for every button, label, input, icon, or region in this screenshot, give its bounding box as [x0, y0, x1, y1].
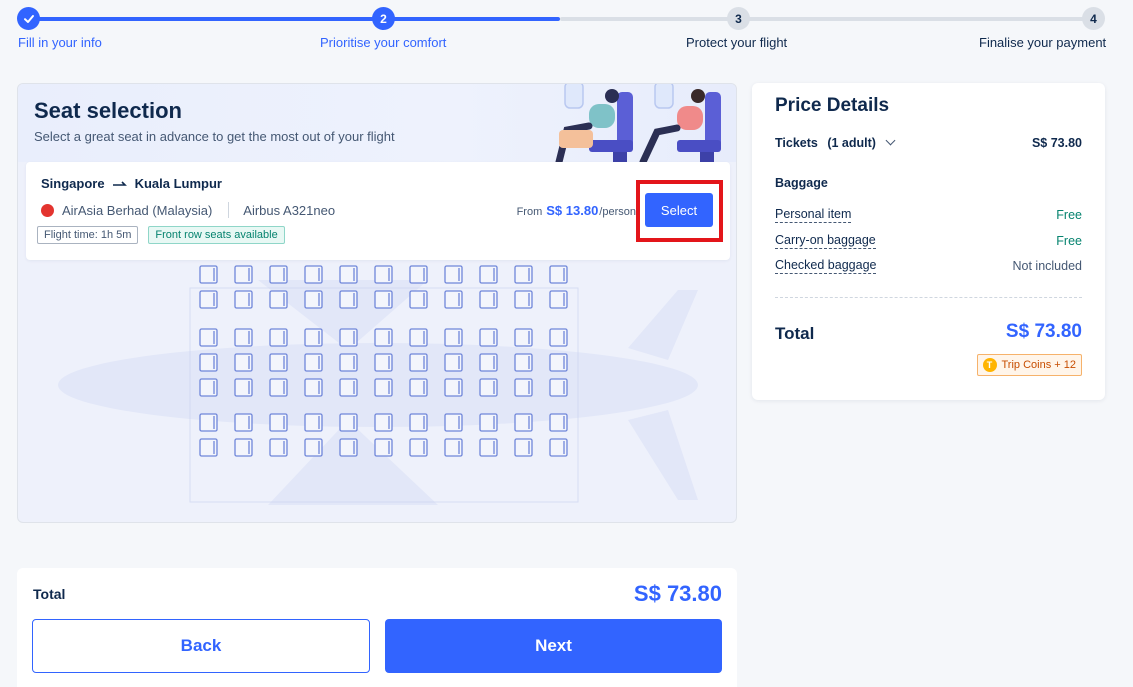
divider [228, 202, 230, 218]
baggage-item: Carry-on baggage Free [775, 233, 1082, 249]
carry-on-label[interactable]: Carry-on baggage [775, 233, 876, 249]
tickets-qty: (1 adult) [827, 136, 876, 150]
airline-name: AirAsia Berhad (Malaysia) [62, 202, 213, 218]
aircraft-type: Airbus A321neo [243, 202, 336, 218]
plane-arrow-icon [112, 180, 127, 186]
stepper-line-done [28, 17, 384, 21]
personal-item-label[interactable]: Personal item [775, 207, 852, 223]
select-seat-button[interactable]: Select [645, 193, 713, 227]
baggage-heading: Baggage [775, 176, 828, 190]
destination-city: Kuala Lumpur [134, 176, 222, 191]
tickets-toggle[interactable]: Tickets (1 adult) [775, 135, 896, 150]
flight-tags: Flight time: 1h 5m Front row seats avail… [37, 226, 285, 244]
price-total-value: S$ 73.80 [1005, 321, 1082, 342]
airline-info: AirAsia Berhad (Malaysia) Airbus A321neo [41, 202, 335, 218]
seat-selection-subtitle: Select a great seat in advance to get th… [34, 129, 395, 144]
seat-from-price: From S$ 13.80/person [517, 203, 636, 218]
step-2-label: Prioritise your comfort [320, 35, 447, 50]
baggage-item: Checked baggage Not included [775, 258, 1082, 274]
tickets-label: Tickets [775, 136, 818, 150]
tickets-row: Tickets (1 adult) S$ 73.80 [775, 135, 1082, 150]
carry-on-value: Free [1056, 234, 1082, 248]
seat-selection-header: Seat selection Select a great seat in ad… [18, 84, 736, 162]
step-1-label[interactable]: Fill in your info [18, 35, 102, 50]
flight-seat-option: Singapore Kuala Lumpur AirAsia Berhad (M… [26, 162, 730, 260]
progress-stepper: 2 3 4 Fill in your info Prioritise your … [0, 0, 1133, 60]
flight-time-tag: Flight time: 1h 5m [37, 226, 139, 244]
back-button[interactable]: Back [32, 619, 370, 673]
stepper-line-current [384, 17, 560, 21]
footer-bar: Total S$ 73.80 Back Next [17, 568, 737, 687]
footer-total-label: Total [33, 586, 66, 602]
front-row-tag: Front row seats available [148, 226, 285, 244]
stepper-line-todo [560, 17, 1092, 21]
per-person-label: /person [599, 206, 636, 218]
flight-route: Singapore Kuala Lumpur [41, 176, 222, 191]
seat-selection-card: Seat selection Select a great seat in ad… [17, 83, 737, 523]
baggage-item: Personal item Free [775, 207, 1082, 223]
baggage-heading-row: Baggage [775, 176, 1082, 190]
passengers-illustration [555, 84, 721, 162]
tickets-price: S$ 73.80 [1031, 136, 1082, 150]
airasia-logo-icon [41, 203, 54, 217]
step-3-number: 3 [727, 7, 750, 30]
step-3-label: Protect your flight [686, 35, 788, 50]
step-1-check-icon [17, 7, 40, 30]
from-label: From [516, 206, 543, 218]
checked-baggage-value: Not included [1012, 259, 1083, 273]
price-details-card: Price Details Tickets (1 adult) S$ 73.80… [752, 83, 1105, 400]
personal-item-value: Free [1056, 208, 1082, 222]
price-details-title: Price Details [775, 95, 890, 116]
origin-city: Singapore [41, 176, 105, 191]
price-total-label: Total [775, 324, 815, 343]
next-button[interactable]: Next [385, 619, 722, 673]
chevron-down-icon [885, 135, 896, 146]
step-4-number: 4 [1082, 7, 1105, 30]
trip-coins-badge: T Trip Coins + 12 [976, 354, 1082, 376]
footer-total-value: S$ 73.80 [633, 581, 722, 606]
trip-coin-icon: T [982, 358, 997, 372]
divider [775, 297, 1082, 298]
seat-map-preview [58, 265, 698, 505]
step-2-number: 2 [372, 7, 395, 30]
seat-selection-title: Seat selection [34, 98, 182, 123]
seat-price: S$ 13.80 [546, 203, 599, 218]
step-4-label: Finalise your payment [979, 35, 1107, 50]
checked-baggage-label[interactable]: Checked baggage [775, 258, 877, 274]
trip-coins-text: Trip Coins + 12 [1001, 359, 1077, 371]
